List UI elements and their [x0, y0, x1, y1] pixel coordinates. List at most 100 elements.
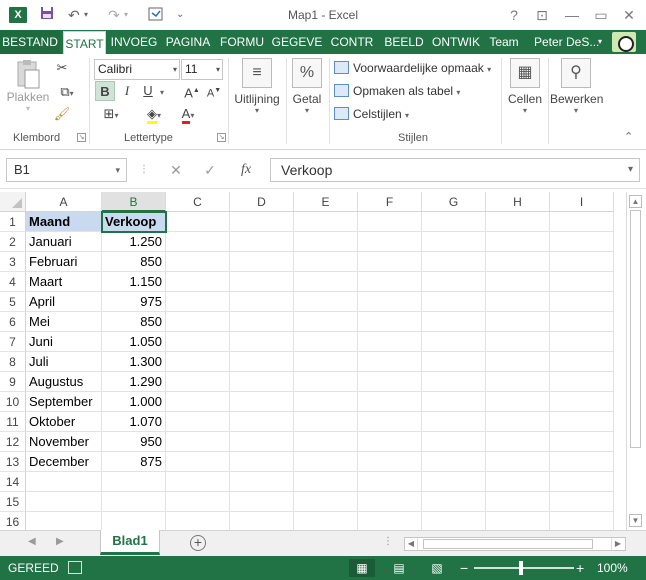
undo-dropdown-icon[interactable]: ▾: [84, 6, 88, 24]
cells-button[interactable]: ▦ Cellen ▾: [505, 58, 545, 115]
cell-styles-button[interactable]: Celstijlen ▾: [334, 104, 409, 124]
normal-view-icon[interactable]: ▦: [349, 559, 375, 577]
column-header-c[interactable]: C: [166, 192, 230, 212]
cell[interactable]: [422, 352, 486, 372]
cell[interactable]: [230, 412, 294, 432]
cell[interactable]: [230, 232, 294, 252]
month-cell[interactable]: Juli: [26, 352, 102, 372]
row-header[interactable]: 7: [0, 332, 26, 352]
cell[interactable]: [550, 312, 614, 332]
user-name[interactable]: Peter DeS...: [534, 30, 599, 54]
cell[interactable]: [422, 272, 486, 292]
column-header-f[interactable]: F: [358, 192, 422, 212]
cell[interactable]: [358, 252, 422, 272]
cell[interactable]: [230, 392, 294, 412]
cell[interactable]: [486, 472, 550, 492]
row-header[interactable]: 11: [0, 412, 26, 432]
zoom-slider-thumb[interactable]: [519, 561, 523, 575]
tab-review[interactable]: CONTR: [326, 30, 378, 54]
sales-cell[interactable]: 1.290: [102, 372, 166, 392]
formula-input[interactable]: Verkoop ▾: [270, 158, 640, 182]
bold-button[interactable]: B: [95, 81, 115, 101]
cell[interactable]: [358, 492, 422, 512]
font-color-button[interactable]: A▾: [172, 104, 204, 124]
cell[interactable]: [422, 312, 486, 332]
zoom-out-button[interactable]: −: [460, 556, 468, 580]
cell[interactable]: [550, 332, 614, 352]
cell[interactable]: [230, 332, 294, 352]
macro-record-icon[interactable]: [68, 561, 82, 574]
cell[interactable]: [166, 392, 230, 412]
month-cell[interactable]: Oktober: [26, 412, 102, 432]
sales-cell[interactable]: 1.070: [102, 412, 166, 432]
column-header-h[interactable]: H: [486, 192, 550, 212]
month-cell[interactable]: Augustus: [26, 372, 102, 392]
cell[interactable]: [166, 312, 230, 332]
cell[interactable]: [486, 212, 550, 232]
column-header-e[interactable]: E: [294, 192, 358, 212]
format-painter-icon[interactable]: 🖌: [52, 104, 72, 124]
cell[interactable]: [294, 372, 358, 392]
month-cell[interactable]: December: [26, 452, 102, 472]
tab-data[interactable]: GEGEVE: [270, 30, 324, 54]
column-header-d[interactable]: D: [230, 192, 294, 212]
cell[interactable]: [486, 392, 550, 412]
underline-button[interactable]: U: [139, 81, 157, 101]
row-header[interactable]: 5: [0, 292, 26, 312]
month-cell[interactable]: Maart: [26, 272, 102, 292]
sales-cell[interactable]: 875: [102, 452, 166, 472]
scroll-left-icon[interactable]: ◀: [405, 538, 418, 550]
cell[interactable]: [294, 332, 358, 352]
cell[interactable]: [358, 392, 422, 412]
column-header-g[interactable]: G: [422, 192, 486, 212]
cell[interactable]: [550, 252, 614, 272]
tab-insert[interactable]: INVOEG: [108, 30, 160, 54]
tab-team[interactable]: Team: [484, 30, 524, 54]
row-header[interactable]: 10: [0, 392, 26, 412]
select-all-button[interactable]: [0, 192, 26, 212]
header-cell[interactable]: Verkoop: [101, 211, 167, 233]
cell[interactable]: [550, 512, 614, 530]
close-button[interactable]: ✕: [619, 5, 639, 25]
font-launcher-icon[interactable]: ↘: [217, 133, 226, 142]
cell[interactable]: [422, 512, 486, 530]
scroll-thumb[interactable]: [423, 539, 593, 549]
month-cell[interactable]: April: [26, 292, 102, 312]
cell[interactable]: [358, 412, 422, 432]
sales-cell[interactable]: 950: [102, 432, 166, 452]
number-button[interactable]: % Getal ▾: [290, 58, 324, 115]
cell[interactable]: [486, 372, 550, 392]
row-header[interactable]: 3: [0, 252, 26, 272]
row-header[interactable]: 16: [0, 512, 26, 530]
cell[interactable]: [166, 472, 230, 492]
cell[interactable]: [422, 252, 486, 272]
cell[interactable]: [230, 252, 294, 272]
cell[interactable]: [358, 292, 422, 312]
cell[interactable]: [486, 492, 550, 512]
column-header-b[interactable]: B: [102, 192, 166, 212]
cell[interactable]: [486, 232, 550, 252]
cell[interactable]: [358, 512, 422, 530]
cell[interactable]: [422, 412, 486, 432]
fill-color-button[interactable]: ◈▾: [138, 104, 170, 124]
cell[interactable]: [102, 492, 166, 512]
tab-page-layout[interactable]: PAGINA: [162, 30, 214, 54]
sales-cell[interactable]: 1.000: [102, 392, 166, 412]
cell[interactable]: [294, 512, 358, 530]
row-header[interactable]: 6: [0, 312, 26, 332]
tab-developer[interactable]: ONTWIK: [430, 30, 482, 54]
cell[interactable]: [486, 312, 550, 332]
collapse-ribbon-icon[interactable]: ⌃: [624, 130, 633, 143]
editing-button[interactable]: ⚲ Bewerken ▾: [550, 58, 603, 115]
row-header[interactable]: 2: [0, 232, 26, 252]
cell[interactable]: [550, 452, 614, 472]
cell[interactable]: [486, 252, 550, 272]
vertical-scrollbar[interactable]: ▲ ▼: [626, 192, 644, 530]
font-size-select[interactable]: 11 ▾: [181, 59, 223, 80]
cell[interactable]: [486, 292, 550, 312]
paste-dropdown-icon[interactable]: ▾: [6, 104, 50, 113]
sheet-tab[interactable]: Blad1: [100, 530, 160, 555]
conditional-formatting-button[interactable]: Voorwaardelijke opmaak ▾: [334, 58, 491, 78]
cell[interactable]: [166, 332, 230, 352]
sales-cell[interactable]: 850: [102, 252, 166, 272]
